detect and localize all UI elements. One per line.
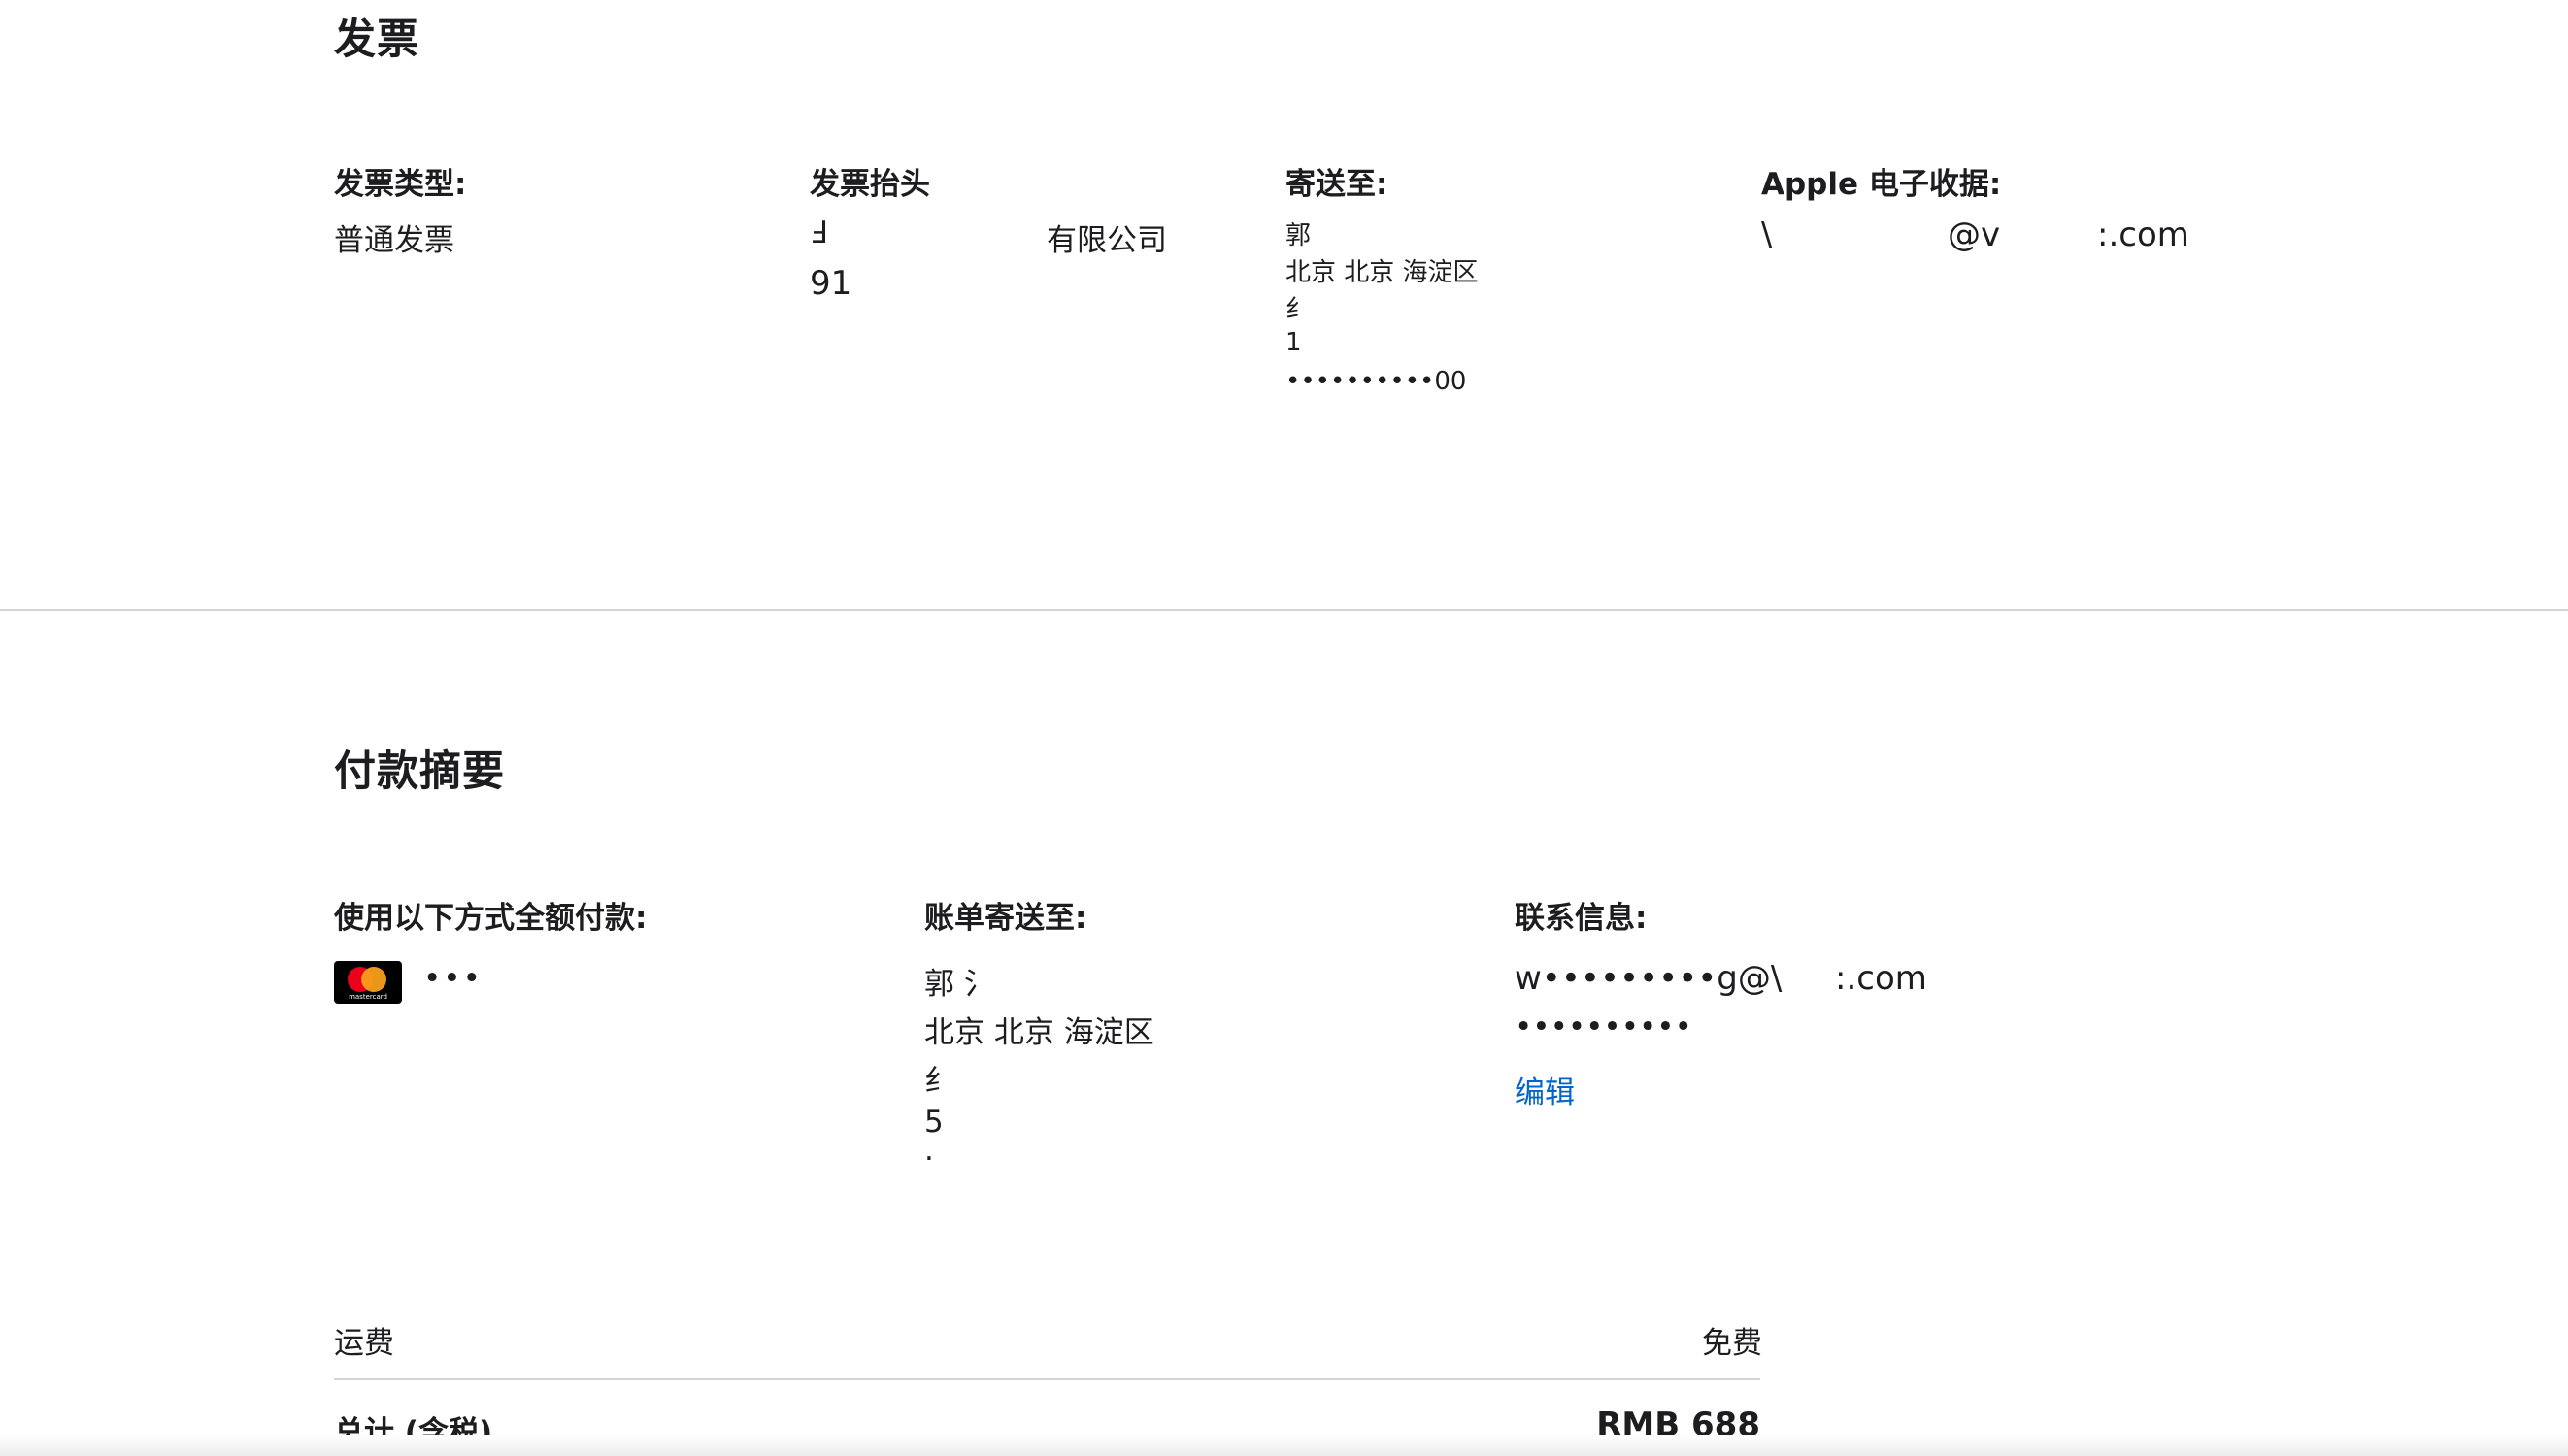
section-divider	[0, 609, 2568, 611]
contact-email-end: :.com	[1835, 959, 1927, 998]
ship-to-line3: 纟	[1285, 295, 1312, 324]
contact-email-start: w•••••••••g@\	[1515, 959, 1783, 998]
shipping-value: 免费	[1702, 1326, 1762, 1361]
receipt-email-mid: @v	[1948, 215, 2001, 254]
window-bottom-edge	[0, 1435, 2568, 1456]
ship-to-line4: 1	[1285, 328, 1302, 357]
ship-to-name: 郭	[1285, 221, 1312, 250]
invoice-header-tax-id: 91	[810, 264, 852, 303]
payment-title: 付款摘要	[334, 747, 505, 796]
receipt-label: Apple 电子收据:	[1761, 167, 2002, 202]
billing-name: 郭 氵	[924, 967, 994, 1002]
invoice-type-value: 普通发票	[334, 223, 454, 258]
edit-contact-link[interactable]: 编辑	[1515, 1068, 1575, 1111]
invoice-header-label: 发票抬头	[810, 167, 930, 202]
billing-label: 账单寄送至:	[924, 901, 1087, 936]
receipt-email-end: :.com	[2097, 215, 2189, 254]
contact-label: 联系信息:	[1515, 901, 1648, 936]
billing-line4: 5	[924, 1105, 944, 1140]
invoice-header-company-prefix: Ⅎ	[810, 215, 827, 250]
invoice-header-company-suffix: 有限公司	[1047, 223, 1167, 258]
ship-to-region: 北京 北京 海淀区	[1285, 258, 1479, 287]
billing-line3: 纟	[924, 1064, 954, 1099]
receipt-email-start: \	[1761, 215, 1773, 254]
mastercard-icon: mastercard	[334, 961, 402, 1004]
shipping-label: 运费	[334, 1326, 394, 1361]
billing-line5: ·	[924, 1142, 934, 1176]
invoice-title: 发票	[334, 16, 419, 64]
ship-to-phone: ••••••••••00	[1285, 367, 1467, 396]
summary-divider	[334, 1378, 1760, 1380]
ship-to-label: 寄送至:	[1285, 167, 1388, 202]
contact-phone: ••••••••••	[1515, 1009, 1692, 1044]
payment-method-label: 使用以下方式全额付款:	[334, 901, 648, 936]
billing-region: 北京 北京 海淀区	[924, 1015, 1154, 1050]
invoice-type-label: 发票类型:	[334, 167, 467, 202]
card-number-dots: •••	[423, 961, 483, 996]
